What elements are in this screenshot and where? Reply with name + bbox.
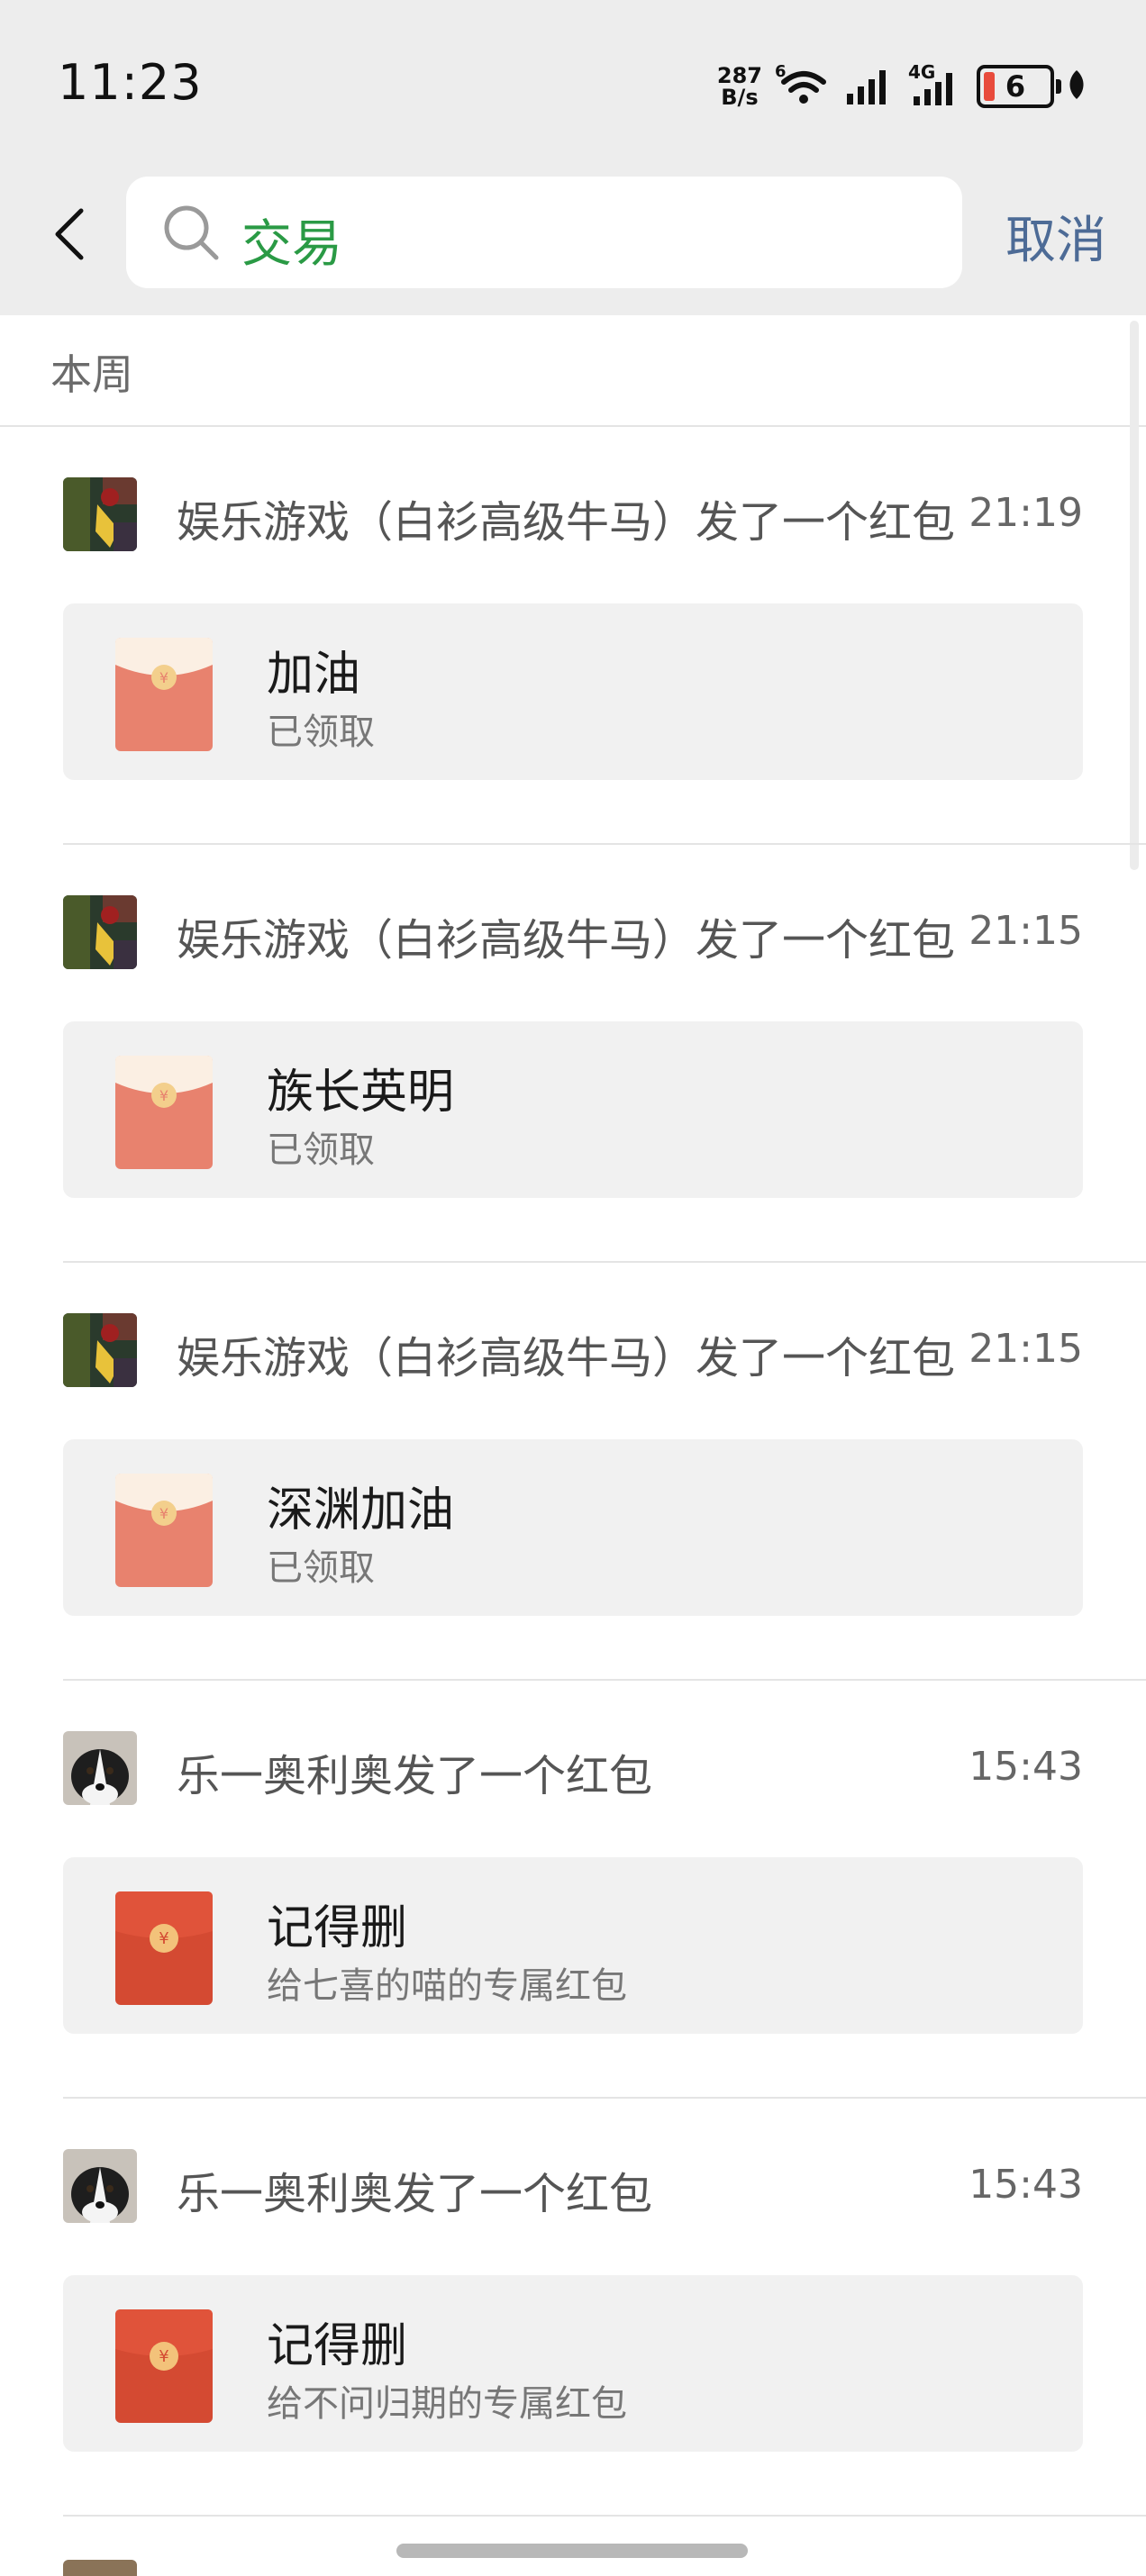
wifi-icon: 6 (775, 62, 832, 111)
list-item: 娱乐游戏（白衫高级牛马）发了一个红包 21:19 ¥ 加油 已领取 (0, 427, 1146, 845)
sender-text: 娱乐游戏（白衫高级牛马）发了一个红包 (177, 1333, 956, 1383)
red-packet-card[interactable]: ¥ 加油 已领取 (63, 603, 1083, 780)
avatar[interactable] (63, 1313, 137, 1387)
avatar[interactable] (63, 895, 137, 969)
sender-text: 娱乐游戏（白衫高级牛马）发了一个红包 (177, 497, 956, 548)
red-packet-card[interactable]: ¥ 记得删 给不问归期的专属红包 (63, 2275, 1083, 2452)
red-packet-title: 加油 (267, 648, 361, 702)
net-speed: 287 B/s (717, 65, 762, 108)
list-item: 乐一奥利奥发了一个红包 15:43 ¥ 记得删 给七喜的喵的专属红包 (0, 1681, 1146, 2099)
red-packet-title: 记得删 (267, 2319, 408, 2373)
svg-text:¥: ¥ (159, 1929, 168, 1948)
net-speed-unit: B/s (721, 85, 759, 110)
red-packet-icon: ¥ (115, 1056, 213, 1169)
chevron-left-icon (55, 208, 84, 260)
red-packet-subtitle: 给不问归期的专属红包 (267, 2383, 627, 2425)
section-label: 本周 (50, 350, 133, 399)
avatar-peek (63, 2560, 137, 2576)
red-packet-card[interactable]: ¥ 族长英明 已领取 (63, 1021, 1083, 1198)
signal-4g-icon: 4G (908, 61, 964, 111)
red-packet-title: 记得删 (267, 1901, 408, 1955)
timestamp: 21:15 (969, 1326, 1083, 1372)
red-packet-icon: ¥ (115, 638, 213, 751)
search-icon (164, 205, 219, 260)
red-packet-card[interactable]: ¥ 深渊加油 已领取 (63, 1439, 1083, 1616)
status-time: 11:23 (58, 54, 203, 111)
timestamp: 21:15 (969, 908, 1083, 954)
red-packet-subtitle: 给七喜的喵的专属红包 (267, 1965, 627, 2007)
list-item: 娱乐游戏（白衫高级牛马）发了一个红包 21:15 ¥ 族长英明 已领取 (0, 845, 1146, 1263)
red-packet-icon: ¥ (115, 1891, 213, 2005)
red-packet-status: 已领取 (267, 1547, 375, 1589)
red-packet-title: 族长英明 (267, 1066, 455, 1120)
status-icons: 287 B/s 6 4G 6 (717, 59, 1087, 113)
avatar[interactable] (63, 1731, 137, 1805)
cancel-button[interactable]: 取消 (1005, 200, 1106, 273)
net-speed-value: 287 (716, 63, 762, 88)
avatar[interactable] (63, 2149, 137, 2223)
sender-text: 娱乐游戏（白衫高级牛马）发了一个红包 (177, 915, 956, 966)
timestamp: 15:43 (969, 2162, 1083, 2208)
svg-text:¥: ¥ (159, 1087, 168, 1104)
red-packet-icon: ¥ (115, 2309, 213, 2423)
list-item: 乐一奥利奥发了一个红包 15:43 ¥ 记得删 给不问归期的专属红包 (0, 2099, 1146, 2517)
search-query: 交易 (241, 215, 342, 274)
signal-icon (845, 63, 896, 110)
red-packet-status: 已领取 (267, 712, 375, 753)
sender-text: 乐一奥利奥发了一个红包 (177, 2169, 653, 2219)
status-bar: 11:23 287 B/s 6 4G 6 (0, 0, 1146, 171)
svg-text:¥: ¥ (159, 1505, 168, 1522)
section-header: 本周 (0, 315, 1146, 427)
network-type: 4G (908, 62, 935, 83)
svg-text:¥: ¥ (159, 669, 168, 686)
red-packet-status: 已领取 (267, 1129, 375, 1171)
divider (63, 2515, 1146, 2517)
red-packet-title: 深渊加油 (267, 1483, 455, 1537)
timestamp: 15:43 (969, 1744, 1083, 1790)
back-button[interactable] (45, 207, 99, 261)
timestamp: 21:19 (969, 490, 1083, 536)
leaf-icon (1067, 68, 1087, 104)
battery-icon: 6 (977, 65, 1061, 108)
home-indicator[interactable] (396, 2544, 748, 2558)
sender-text: 乐一奥利奥发了一个红包 (177, 1751, 653, 1801)
avatar[interactable] (63, 477, 137, 551)
search-input[interactable]: 交易 (126, 177, 962, 288)
red-packet-card[interactable]: ¥ 记得删 给七喜的喵的专属红包 (63, 1857, 1083, 2034)
red-packet-icon: ¥ (115, 1474, 213, 1587)
svg-text:¥: ¥ (159, 2347, 168, 2366)
list-item: 娱乐游戏（白衫高级牛马）发了一个红包 21:15 ¥ 深渊加油 已领取 (0, 1263, 1146, 1681)
battery-level: 6 (1005, 69, 1026, 104)
